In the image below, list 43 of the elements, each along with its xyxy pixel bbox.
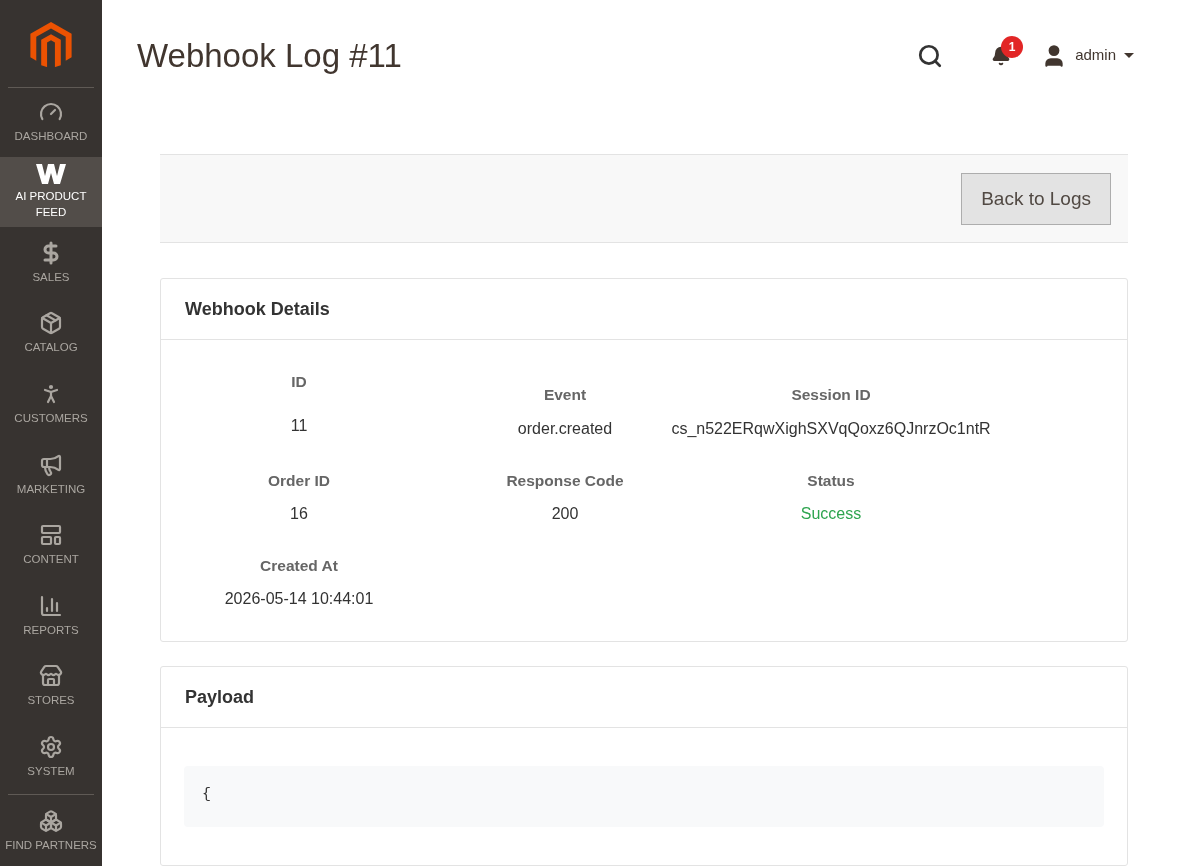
nav-item[interactable]: MARKETING [0,439,102,510]
field-label: ID [291,372,307,393]
payload-code: { [184,766,1104,827]
field-label: Session ID [791,385,871,406]
page-title: Webhook Log #11 [137,35,403,76]
notification-badge: 1 [1001,35,1024,58]
storefront-icon [39,664,63,689]
field-value: 16 [290,503,308,524]
field-label: Event [543,385,587,406]
megaphone-icon [39,452,63,477]
field-value: cs_n522ERqwXighSXVqQoxz6QJnrzOc1ntR [671,418,991,439]
nav-item[interactable]: REPORTS [0,580,102,652]
bar-chart-icon [39,593,63,618]
field-label: Order ID [268,470,330,491]
user-menu[interactable]: admin [1075,44,1134,67]
box-icon [39,311,63,336]
field-label: Created At [260,555,338,576]
nav-item[interactable]: CUSTOMERS [0,368,102,440]
gear-icon [39,735,63,760]
w-logo-icon [36,164,66,185]
field-value: 11 [290,415,308,436]
back-button[interactable]: Back to Logs [961,172,1111,225]
nav-item[interactable]: FIND PARTNERS [0,795,102,866]
field-value: order.created [517,418,613,439]
search-icon[interactable] [917,42,944,69]
nav-item[interactable]: DASHBOARD [0,88,102,157]
card-title: Payload [161,667,1127,728]
card-title: Webhook Details [161,279,1127,341]
blocks-icon [39,808,63,833]
caret-icon [1124,53,1134,59]
nav-item[interactable]: CATALOG [0,298,102,369]
nav-item[interactable]: SALES [0,227,102,299]
field-label: Response Code [506,470,624,491]
field-value: 200 [551,503,579,524]
field-value: Success [800,503,862,524]
field-label: Status [807,470,855,491]
nav-item[interactable]: SYSTEM [0,721,102,793]
nav-item[interactable]: AI PRODUCT FEED [0,156,102,228]
field-value: 2026-05-14 10:44:01 [224,589,374,609]
layout-icon [39,523,63,548]
nav-item[interactable]: CONTENT [0,509,102,581]
nav-item[interactable]: STORES [0,651,102,722]
logo-icon[interactable] [30,22,72,68]
